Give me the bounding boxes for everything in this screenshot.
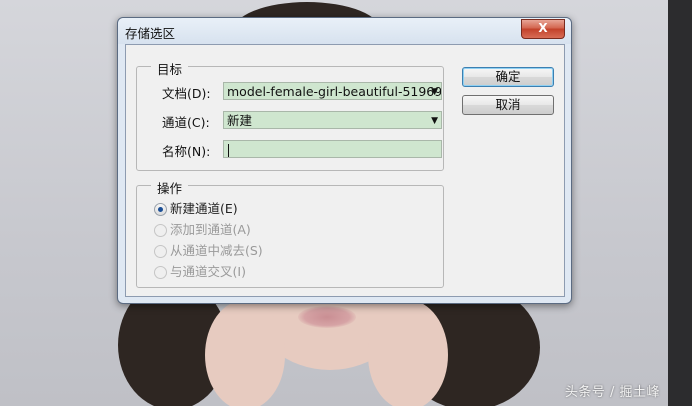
text-caret bbox=[228, 144, 229, 157]
document-label: 文档(D): bbox=[162, 86, 211, 101]
chevron-down-icon: ▼ bbox=[431, 116, 438, 126]
radio-new-channel[interactable]: 新建通道(E) bbox=[154, 198, 238, 217]
name-input[interactable] bbox=[223, 140, 442, 158]
operation-group: 操作 新建通道(E) 添加到通道(A) 从通道中减去(S) 与通道交叉(I) bbox=[136, 178, 444, 288]
channel-label: 通道(C): bbox=[162, 115, 210, 130]
save-selection-dialog: 存储选区 X 目标 文档(D): model-female-girl-beaut… bbox=[117, 17, 572, 304]
channel-select-value: 新建 bbox=[227, 113, 253, 128]
watermark: 头条号 / 掘土峰 bbox=[564, 385, 660, 400]
radio-intersect-with-channel[interactable]: 与通道交叉(I) bbox=[154, 261, 246, 280]
lips bbox=[298, 306, 356, 328]
radio-unchecked-icon bbox=[154, 245, 167, 258]
dialog-title: 存储选区 bbox=[125, 26, 176, 41]
right-panel-strip bbox=[668, 0, 692, 406]
target-group-label: 目标 bbox=[151, 59, 189, 78]
radio-label: 新建通道(E) bbox=[170, 201, 238, 216]
radio-label: 添加到通道(A) bbox=[170, 222, 251, 237]
operation-group-label: 操作 bbox=[151, 178, 189, 197]
hand-right bbox=[368, 300, 448, 406]
radio-unchecked-icon bbox=[154, 266, 167, 279]
name-label: 名称(N): bbox=[162, 144, 211, 159]
radio-label: 与通道交叉(I) bbox=[170, 264, 246, 279]
close-button[interactable]: X bbox=[521, 19, 565, 39]
close-icon: X bbox=[538, 21, 548, 35]
chevron-down-icon: ▼ bbox=[431, 87, 438, 97]
radio-subtract-from-channel[interactable]: 从通道中减去(S) bbox=[154, 240, 263, 259]
radio-checked-icon bbox=[154, 203, 167, 216]
target-group: 目标 文档(D): model-female-girl-beautiful-51… bbox=[136, 59, 444, 171]
document-select[interactable]: model-female-girl-beautiful-51969... ▼ bbox=[223, 82, 442, 100]
radio-unchecked-icon bbox=[154, 224, 167, 237]
radio-add-to-channel[interactable]: 添加到通道(A) bbox=[154, 219, 251, 238]
dialog-body: 目标 文档(D): model-female-girl-beautiful-51… bbox=[125, 44, 565, 297]
hand-left bbox=[205, 300, 285, 406]
dialog-titlebar[interactable]: 存储选区 X bbox=[118, 18, 571, 44]
document-select-value: model-female-girl-beautiful-51969... bbox=[227, 84, 442, 99]
radio-label: 从通道中减去(S) bbox=[170, 243, 263, 258]
ok-button[interactable]: 确定 bbox=[462, 67, 554, 87]
channel-select[interactable]: 新建 ▼ bbox=[223, 111, 442, 129]
cancel-button[interactable]: 取消 bbox=[462, 95, 554, 115]
